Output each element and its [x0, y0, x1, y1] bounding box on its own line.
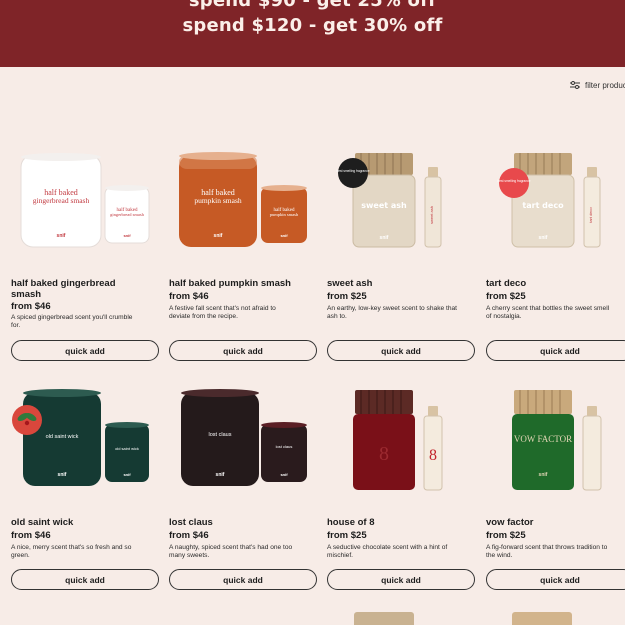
- product-image[interactable]: half baked pumpkin smash snif half baked…: [169, 145, 317, 263]
- product-image[interactable]: lost claus snif lost claus snif: [169, 384, 317, 502]
- product-description-line-1: A cherry scent that bottles the sweet sm…: [486, 305, 610, 312]
- product-description-line-1: A naughty, spiced scent that's had one t…: [169, 544, 293, 551]
- product-price: from $46: [11, 530, 51, 541]
- brand-mark-small: snif: [123, 472, 131, 477]
- next-row-product-image: [354, 612, 414, 625]
- product-description: A fig-forward scent that throws traditio…: [486, 544, 625, 560]
- label-sub: gingerbread smash: [33, 196, 90, 205]
- quick-add-button[interactable]: quick add: [169, 340, 317, 361]
- product-name[interactable]: house of 8: [327, 517, 375, 528]
- product-description-line-2: the wind.: [486, 552, 513, 560]
- label-main: tart deco: [522, 201, 564, 210]
- product-price: from $46: [169, 530, 209, 541]
- label-main-small: old saint wick: [115, 446, 139, 451]
- label-sub-small: gingerbread smash: [110, 212, 145, 217]
- product-description-line-2: of nostalgia.: [486, 313, 522, 321]
- holly-badge-icon: [12, 405, 42, 435]
- quick-add-button[interactable]: quick add: [486, 340, 625, 361]
- product-name[interactable]: half baked pumpkin smash: [169, 278, 291, 289]
- product-name[interactable]: old saint wick: [11, 517, 73, 528]
- product-price: from $46: [11, 301, 51, 312]
- product-price: from $25: [486, 291, 526, 302]
- brand-mark: snif: [216, 472, 225, 478]
- product-description-line-2: for.: [11, 322, 21, 330]
- brand-mark: snif: [539, 235, 548, 241]
- filter-products-button[interactable]: filter products: [570, 79, 625, 91]
- product-description-line-2: ash to.: [327, 313, 347, 321]
- product-description: A naughty, spiced scent that's had one t…: [169, 544, 317, 560]
- product-image[interactable]: 8 8: [327, 384, 475, 502]
- product-description: A nice, merry scent that's so fresh and …: [11, 544, 159, 560]
- sliders-icon: [570, 81, 580, 89]
- label-main-small: lost claus: [276, 444, 293, 449]
- label-sub: pumpkin smash: [194, 196, 242, 205]
- vial-label: 8: [429, 447, 437, 464]
- product-description-line-1: A seductive chocolate scent with a hint …: [327, 544, 448, 551]
- label-main: VOW FACTOR: [514, 434, 572, 444]
- product-description: An earthy, low-key sweet scent to shake …: [327, 305, 475, 321]
- product-name[interactable]: tart deco: [486, 278, 526, 289]
- product-name[interactable]: vow factor: [486, 517, 534, 528]
- quick-add-button[interactable]: quick add: [11, 340, 159, 361]
- product-description-line-2: many sweets.: [169, 552, 210, 560]
- quick-add-button[interactable]: quick add: [169, 569, 317, 590]
- product-price: from $25: [327, 291, 367, 302]
- product-description-line-1: A nice, merry scent that's so fresh and …: [11, 544, 132, 551]
- brand-mark: snif: [380, 235, 389, 241]
- product-description-line-2: green.: [11, 552, 30, 560]
- brand-mark-small: snif: [280, 472, 288, 477]
- product-description-line-2: mischief.: [327, 552, 354, 560]
- label-main: lost claus: [209, 432, 232, 438]
- quick-add-button[interactable]: quick add: [11, 569, 159, 590]
- product-description: A seductive chocolate scent with a hint …: [327, 544, 475, 560]
- label-main: old saint wick: [46, 434, 79, 440]
- brand-mark: snif: [57, 233, 66, 239]
- product-name-line-2[interactable]: smash: [11, 289, 41, 300]
- quick-add-button[interactable]: quick add: [327, 340, 475, 361]
- promo-line-1: spend $90 - get 25% off: [188, 0, 437, 11]
- product-image[interactable]: half baked gingerbread smash snif half b…: [11, 145, 159, 263]
- promo-line-2: spend $120 - get 30% off: [182, 15, 443, 36]
- label-main: 8: [379, 443, 389, 465]
- product-description: A spiced gingerbread scent you'll crumbl…: [11, 314, 159, 330]
- product-description: A festive fall scent that's not afraid t…: [169, 305, 317, 321]
- product-description-line-1: An earthy, low-key sweet scent to shake …: [327, 305, 457, 312]
- product-description-line-1: A spiced gingerbread scent you'll crumbl…: [11, 314, 133, 321]
- award-badge-icon: [499, 168, 529, 198]
- product-price: from $25: [327, 530, 367, 541]
- product-name[interactable]: sweet ash: [327, 278, 372, 289]
- quick-add-button[interactable]: quick add: [327, 569, 475, 590]
- brand-mark: snif: [539, 472, 548, 478]
- brand-mark-small: snif: [123, 233, 131, 238]
- quick-add-button[interactable]: quick add: [486, 569, 625, 590]
- product-image[interactable]: old saint wick snif old saint wick snif: [11, 384, 159, 502]
- promo-banner: spend $90 - get 25% off spend $120 - get…: [0, 0, 625, 67]
- filter-products-label: filter products: [585, 80, 625, 90]
- product-name[interactable]: lost claus: [169, 517, 213, 528]
- label-main: sweet ash: [361, 201, 407, 210]
- product-image[interactable]: VOW FACTOR snif: [486, 384, 625, 502]
- product-description-line-1: A festive fall scent that's not afraid t…: [169, 305, 276, 312]
- award-badge-icon: [338, 158, 368, 188]
- product-name[interactable]: half baked gingerbread: [11, 278, 116, 289]
- brand-mark: snif: [58, 472, 67, 478]
- vial-label: tart deco: [588, 206, 593, 222]
- product-image[interactable]: tart deco snif tart deco best smelling f…: [486, 145, 625, 263]
- product-image[interactable]: sweet ash snif sweet ash best smelling f…: [327, 145, 475, 263]
- label-sub-small: pumpkin smash: [270, 212, 299, 217]
- vial-label: sweet ash: [429, 206, 434, 224]
- product-description-line-1: A fig-forward scent that throws traditio…: [486, 544, 608, 551]
- award-badge-text: best smelling fragrance: [498, 179, 531, 183]
- brand-mark: snif: [214, 233, 223, 239]
- product-price: from $46: [169, 291, 209, 302]
- product-description: A cherry scent that bottles the sweet sm…: [486, 305, 625, 321]
- product-description-line-2: deviate from the recipe.: [169, 313, 238, 321]
- brand-mark-small: snif: [280, 233, 288, 238]
- award-badge-text: best smelling fragrance: [337, 169, 370, 173]
- next-row-product-image: [512, 612, 572, 625]
- product-price: from $25: [486, 530, 526, 541]
